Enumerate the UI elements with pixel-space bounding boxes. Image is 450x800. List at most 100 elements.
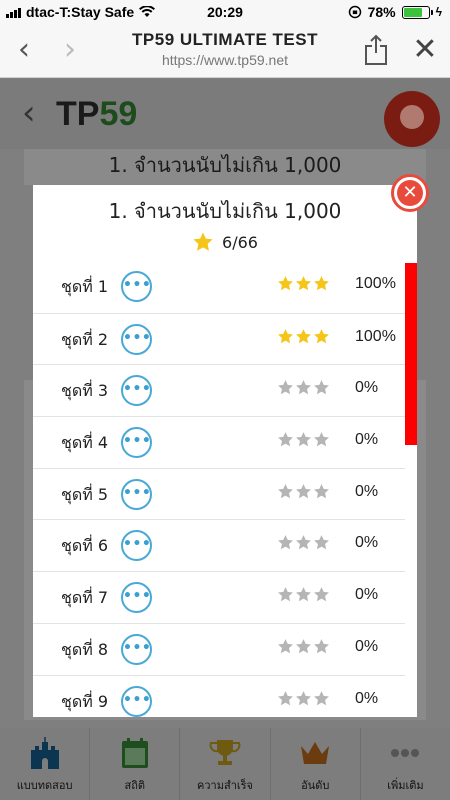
star-icon: [296, 328, 311, 343]
star-icon: [296, 587, 311, 602]
set-label: ชุดที่ 4: [61, 433, 109, 453]
star-rating: [277, 483, 330, 500]
star-icon: [278, 328, 293, 343]
tab-label: แบบทดสอบ: [16, 779, 73, 792]
background-card: 1. จำนวนนับไม่เกิน 1,000: [24, 149, 426, 185]
tab-label: เพิ่มเติม: [387, 779, 424, 792]
modal-score: 6/66: [33, 231, 417, 253]
set-percent: 0%: [355, 689, 379, 707]
set-row[interactable]: ชุดที่ 4 ••• 0%: [33, 416, 405, 468]
set-row[interactable]: ชุดที่ 1 ••• 100%: [33, 261, 405, 313]
star-rating: [277, 379, 330, 396]
page-title: TP59 ULTIMATE TEST: [132, 30, 318, 49]
star-icon: [314, 690, 329, 705]
set-label: ชุดที่ 3: [61, 381, 109, 401]
star-rating: [277, 586, 330, 603]
star-icon: [314, 276, 329, 291]
set-percent: 0%: [355, 482, 379, 500]
star-icon: [314, 638, 329, 654]
star-icon: [296, 380, 311, 395]
more-options-icon[interactable]: •••: [121, 271, 152, 302]
more-options-icon[interactable]: •••: [121, 530, 152, 562]
calendar-icon: [121, 738, 148, 768]
set-row[interactable]: ชุดที่ 6 ••• 0%: [33, 519, 405, 571]
tab-more[interactable]: เพิ่มเติม: [361, 728, 450, 800]
star-rating: [277, 690, 330, 707]
more-options-icon[interactable]: •••: [121, 633, 152, 665]
app-logo: TP59: [56, 95, 138, 133]
star-icon: [314, 483, 329, 498]
chevron-right-icon[interactable]: ›: [52, 30, 88, 70]
modal-title: 1. จำนวนนับไม่เกิน 1,000: [108, 199, 342, 223]
battery-icon: [401, 5, 433, 19]
sets-modal: 1. จำนวนนับไม่เกิน 1,000 6/66 ชุดที่ 1 ••…: [33, 185, 417, 717]
crown-icon: [301, 742, 330, 764]
star-icon: [278, 276, 293, 291]
set-percent: 0%: [355, 379, 379, 397]
star-icon: [278, 483, 293, 498]
set-row[interactable]: ชุดที่ 9 ••• 0%: [33, 674, 405, 718]
more-options-icon[interactable]: •••: [121, 478, 152, 510]
page-url: https://www.tp59.net: [161, 52, 289, 68]
tab-ranking[interactable]: อันดับ: [271, 728, 361, 800]
set-percent: 0%: [355, 586, 379, 604]
star-icon: [314, 432, 329, 447]
set-label: ชุดที่ 8: [61, 639, 109, 659]
rotation-lock-icon: [348, 5, 361, 19]
avatar-icon[interactable]: [384, 91, 440, 147]
star-icon: [314, 328, 329, 343]
more-icon: [391, 749, 420, 757]
star-icon: [278, 535, 293, 550]
status-bar: dtac-T:Stay Safe 20:29 78% ϟ: [0, 0, 450, 24]
set-percent: 0%: [355, 534, 379, 552]
set-label: ชุดที่ 5: [61, 484, 109, 504]
browser-bar: ‹ › TP59 ULTIMATE TEST https://www.tp59.…: [0, 24, 450, 78]
trophy-icon: [209, 740, 241, 765]
more-options-icon[interactable]: •••: [121, 375, 152, 407]
more-options-icon[interactable]: •••: [121, 427, 152, 459]
tab-stats[interactable]: สถิติ: [90, 728, 181, 800]
set-list: ชุดที่ 1 ••• 100% ชุดที่ 2 ••• 100% ชุดที่ 3 ••…: [33, 261, 405, 717]
star-icon: [296, 535, 311, 550]
tab-test[interactable]: แบบทดสอบ: [0, 728, 91, 800]
tab-label: สถิติ: [124, 779, 146, 792]
star-rating: [277, 431, 330, 448]
charging-icon: ϟ: [435, 5, 442, 19]
set-row[interactable]: ชุดที่ 5 ••• 0%: [33, 467, 405, 520]
star-icon: [314, 535, 329, 550]
close-icon[interactable]: ✕: [408, 30, 442, 70]
star-rating: [277, 534, 330, 551]
chevron-left-icon[interactable]: ‹: [6, 30, 42, 70]
set-row[interactable]: ชุดที่ 3 ••• 0%: [33, 364, 405, 416]
set-label: ชุดที่ 7: [61, 588, 109, 608]
set-label: ชุดที่ 6: [61, 536, 109, 556]
share-icon[interactable]: [364, 34, 388, 66]
modal-close-button[interactable]: ✕: [391, 174, 429, 212]
star-rating: [277, 328, 330, 345]
set-percent: 100%: [355, 327, 396, 345]
tab-bar: แบบทดสอบ สถิติ ความสำเร็จ อันดับ เพิ่มเต…: [0, 728, 450, 800]
back-icon[interactable]: ‹: [22, 93, 36, 133]
star-rating: [277, 638, 330, 655]
more-options-icon[interactable]: •••: [121, 323, 152, 355]
star-icon: [296, 690, 311, 705]
star-icon: [278, 587, 293, 602]
tab-label: อันดับ: [301, 779, 330, 792]
star-icon: [278, 690, 293, 705]
more-options-icon[interactable]: •••: [121, 685, 152, 717]
star-icon: [314, 587, 329, 602]
set-row[interactable]: ชุดที่ 2 ••• 100%: [33, 312, 405, 365]
star-icon: [278, 638, 293, 654]
set-label: ชุดที่ 9: [61, 691, 109, 711]
star-icon: [193, 232, 213, 251]
set-row[interactable]: ชุดที่ 7 ••• 0%: [33, 571, 405, 623]
tab-achievement[interactable]: ความสำเร็จ: [180, 728, 271, 800]
castle-icon: [30, 737, 59, 769]
battery-percent: 78%: [367, 4, 396, 20]
set-label: ชุดที่ 2: [61, 329, 109, 349]
set-label: ชุดที่ 1: [61, 277, 109, 296]
scrollbar-thumb[interactable]: [405, 263, 417, 445]
set-row[interactable]: ชุดที่ 8 ••• 0%: [33, 622, 405, 675]
more-options-icon[interactable]: •••: [121, 582, 152, 614]
star-icon: [296, 483, 311, 498]
